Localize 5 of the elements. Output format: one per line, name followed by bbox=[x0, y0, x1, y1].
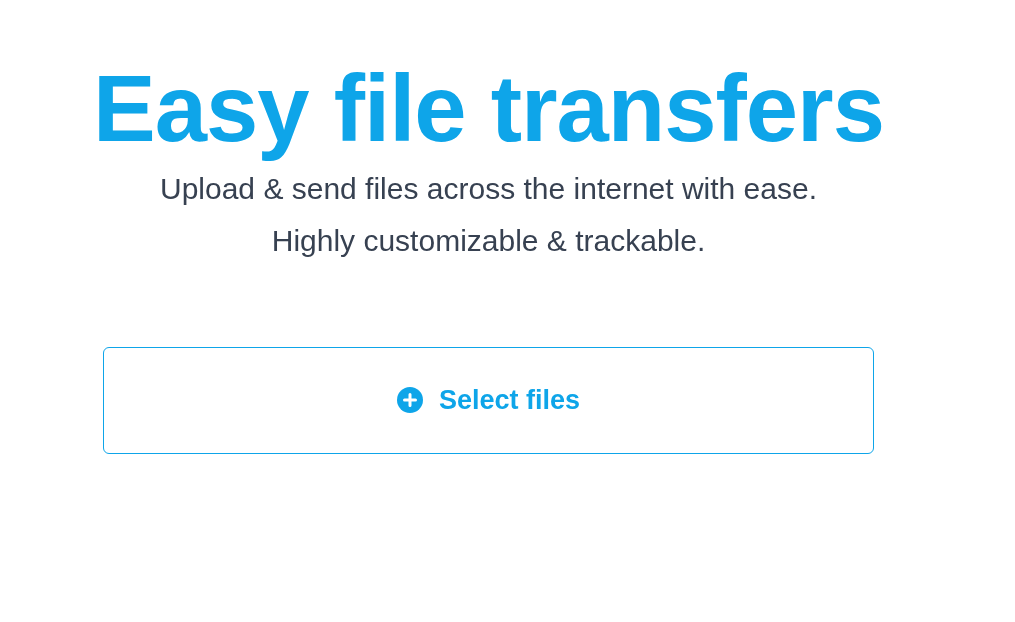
select-files-button[interactable]: Select files bbox=[103, 346, 874, 454]
subtitle-text: Upload & send files across the internet with ease. bbox=[160, 170, 817, 207]
subtitle-text: Highly customizable & trackable. bbox=[270, 222, 707, 259]
page-title: Easy file transfers bbox=[93, 60, 884, 159]
add-icon bbox=[396, 387, 423, 414]
